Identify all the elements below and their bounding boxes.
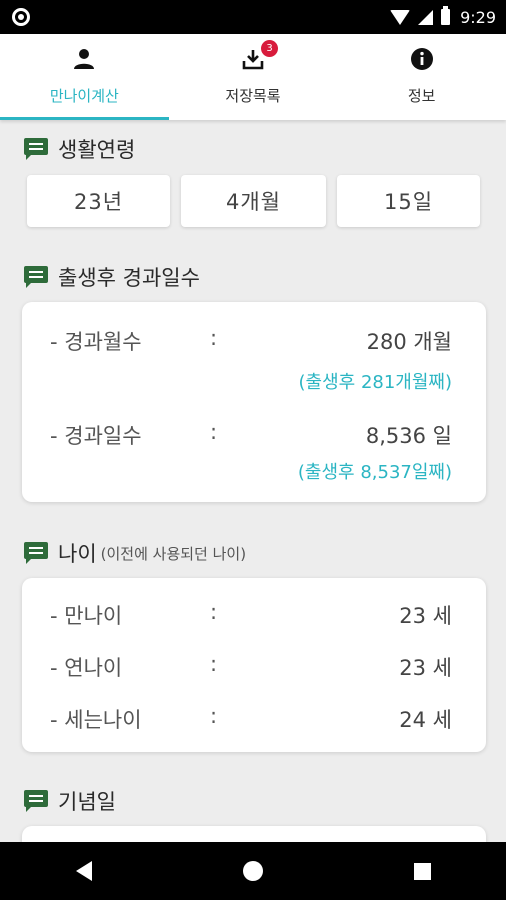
elapsed-title: 출생후 경과일수 <box>24 262 200 292</box>
colon: : <box>210 600 218 624</box>
age-row-value: 24 세 <box>399 708 452 732</box>
ages-card: - 만나이 : 23 세 - 연나이 : 23 세 - 세는나이 : 24 세 <box>22 578 486 752</box>
elapsed-days-note: (출생후 8,537일째) <box>297 462 452 483</box>
living-age-days: 15일 <box>337 175 480 227</box>
message-icon <box>24 542 48 564</box>
ages-title: 나이 (이전에 사용되던 나이) <box>24 538 246 568</box>
elapsed-days-value: 8,536 일 <box>365 424 452 448</box>
elapsed-months-label: - 경과월수 <box>50 330 142 354</box>
recent-apps-icon[interactable] <box>413 862 431 880</box>
age-row-label: - 세는나이 <box>50 708 142 732</box>
tab-label: 저장목록 <box>225 87 281 105</box>
app-screen: 9:29 만나이계산 3 저장목록 정보 생활연령 23년 4개월 15일 출생… <box>0 0 506 900</box>
system-nav-bar <box>0 842 506 900</box>
message-icon <box>24 790 48 812</box>
section-title-text: 기념일 <box>58 790 116 814</box>
tab-saved-list[interactable]: 3 저장목록 <box>169 34 338 120</box>
colon: : <box>210 652 218 676</box>
colon: : <box>210 420 218 444</box>
section-title-text: 생활연령 <box>58 138 136 162</box>
tab-info[interactable]: 정보 <box>337 34 506 120</box>
tab-label: 만나이계산 <box>49 87 119 105</box>
elapsed-months-note: (출생후 281개월째) <box>298 372 452 393</box>
section-title-text: 출생후 경과일수 <box>58 266 200 290</box>
wifi-icon <box>390 9 411 25</box>
tab-label: 정보 <box>407 87 436 105</box>
back-icon[interactable] <box>75 861 92 881</box>
section-subtitle: (이전에 사용되던 나이) <box>100 544 247 563</box>
person-icon <box>71 46 97 72</box>
age-row-label: - 만나이 <box>50 604 123 628</box>
tab-age-calc[interactable]: 만나이계산 <box>0 34 169 120</box>
notification-icon <box>12 8 30 26</box>
tab-bar: 만나이계산 3 저장목록 정보 <box>0 34 506 120</box>
colon: : <box>210 326 218 350</box>
signal-icon <box>418 9 434 25</box>
status-time: 9:29 <box>460 7 496 27</box>
elapsed-card: - 경과월수 : 280 개월 (출생후 281개월째) - 경과일수 : 8,… <box>22 302 486 502</box>
age-row-value: 23 세 <box>399 656 452 680</box>
message-icon <box>24 266 48 288</box>
elapsed-days-label: - 경과일수 <box>50 424 142 448</box>
status-indicators: 9:29 <box>390 0 496 34</box>
battery-icon <box>441 6 451 25</box>
message-icon <box>24 138 48 160</box>
anniversary-title: 기념일 <box>24 786 116 816</box>
living-age-months: 4개월 <box>181 175 326 227</box>
download-icon: 3 <box>240 40 278 72</box>
info-icon <box>409 46 435 72</box>
living-age-title: 생활연령 <box>24 134 135 164</box>
section-title-text: 나이 <box>58 542 97 566</box>
elapsed-months-value: 280 개월 <box>366 330 452 354</box>
colon: : <box>210 704 218 728</box>
age-row-value: 23 세 <box>399 604 452 628</box>
living-age-years: 23년 <box>27 175 170 227</box>
saved-count-badge: 3 <box>261 40 278 57</box>
age-row-label: - 연나이 <box>50 656 123 680</box>
status-bar: 9:29 <box>0 0 506 34</box>
home-icon[interactable] <box>242 861 263 881</box>
